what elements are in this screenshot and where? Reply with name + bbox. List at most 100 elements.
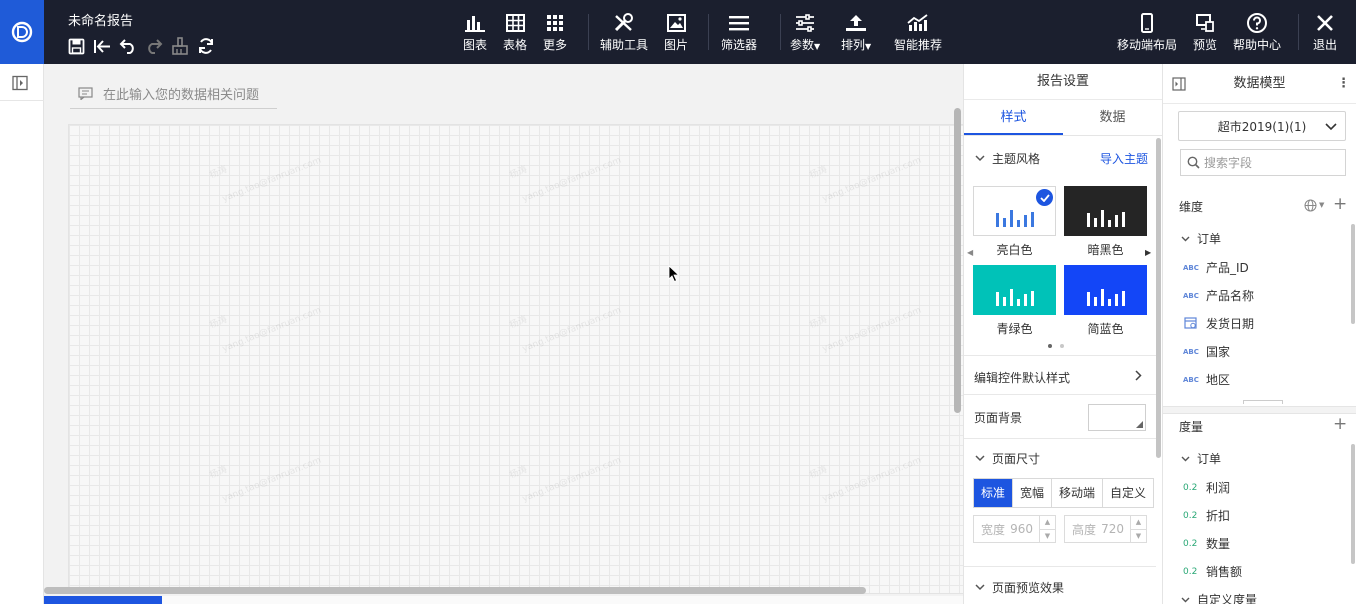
- theme-next-arrow-icon[interactable]: ▶: [1145, 248, 1151, 257]
- chevron-down-icon: [1181, 597, 1190, 602]
- field-item[interactable]: ABC 产品名称: [1183, 287, 1254, 304]
- chevron-down-icon: [974, 581, 986, 593]
- measure-section-label: 度量: [1179, 420, 1204, 434]
- field-item[interactable]: 0.2 利润: [1183, 479, 1230, 496]
- dimension-group-orders[interactable]: 订单: [1181, 230, 1221, 247]
- custom-measure-group[interactable]: 自定义度量: [1181, 591, 1257, 604]
- step-down-icon[interactable]: ▼: [1131, 530, 1146, 543]
- size-mobile-button[interactable]: 移动端: [1052, 479, 1104, 507]
- page-size-header[interactable]: 页面尺寸: [964, 448, 1156, 468]
- question-input[interactable]: 在此输入您的数据相关问题: [70, 78, 277, 109]
- field-item[interactable]: 发货日期: [1183, 315, 1254, 332]
- exit-label: 退出: [1313, 38, 1338, 52]
- format-brush-icon[interactable]: [170, 36, 190, 56]
- bar-chart-icon: [465, 12, 485, 34]
- globe-icon[interactable]: [1304, 199, 1317, 212]
- arrange-button[interactable]: 排列▼: [841, 12, 871, 53]
- mobile-layout-button[interactable]: 移动端布局: [1117, 12, 1177, 53]
- redo-icon[interactable]: [144, 36, 164, 56]
- table-button[interactable]: 表格: [503, 12, 527, 53]
- arrange-label: 排列▼: [841, 38, 872, 52]
- size-wide-button[interactable]: 宽幅: [1013, 479, 1053, 507]
- watermark-email: yang.tao@fanruan.com: [220, 455, 323, 505]
- theme-section-header[interactable]: 主题风格 导入主题: [964, 148, 1156, 168]
- theme-card-blue[interactable]: [1064, 265, 1147, 315]
- field-item[interactable]: ABC 地区: [1183, 371, 1230, 388]
- field-item[interactable]: ABC 产品_ID: [1183, 259, 1249, 276]
- chevron-down-icon: [1181, 456, 1190, 461]
- more-options-icon[interactable]: ⋮: [1337, 64, 1350, 104]
- expand-panel-icon[interactable]: [12, 75, 28, 91]
- help-center-label: 帮助中心: [1233, 38, 1282, 52]
- page-preview-header[interactable]: 页面预览效果: [964, 577, 1156, 597]
- field-item[interactable]: 0.2 折扣: [1183, 507, 1230, 524]
- smart-recommend-button[interactable]: 智能推荐: [894, 12, 942, 53]
- back-to-start-icon[interactable]: [92, 36, 112, 56]
- caret-down-icon[interactable]: ▼: [1319, 201, 1324, 209]
- report-title[interactable]: 未命名报告: [68, 10, 133, 29]
- image-label: 图片: [664, 38, 689, 52]
- auxiliary-tools-label: 辅助工具: [600, 38, 649, 52]
- table-label: 表格: [503, 38, 528, 52]
- tab-data[interactable]: 数据: [1063, 100, 1162, 135]
- refresh-icon[interactable]: [196, 36, 216, 56]
- step-down-icon[interactable]: ▼: [1040, 530, 1055, 543]
- size-standard-button[interactable]: 标准: [974, 479, 1014, 507]
- left-rail: [0, 64, 44, 604]
- collapse-panel-icon[interactable]: [1172, 77, 1186, 91]
- undo-icon[interactable]: [118, 36, 138, 56]
- watermark-email: yang.tao@fanruan.com: [520, 155, 623, 205]
- report-canvas-area: 在此输入您的数据相关问题 杨涛 yang.tao@fanruan.com 杨涛 …: [44, 64, 963, 604]
- theme-card-teal[interactable]: [973, 265, 1056, 315]
- help-center-button[interactable]: 帮助中心: [1233, 12, 1281, 53]
- field-item[interactable]: ABC 国家: [1183, 343, 1230, 360]
- size-custom-button[interactable]: 自定义: [1103, 479, 1153, 507]
- dimension-scrollbar[interactable]: [1351, 224, 1355, 324]
- preview-button[interactable]: 预览: [1193, 12, 1217, 53]
- chevron-down-icon: [1181, 236, 1190, 241]
- measure-group-orders[interactable]: 订单: [1181, 450, 1221, 467]
- theme-card-dark[interactable]: [1064, 186, 1147, 236]
- field-item[interactable]: 0.2 销售额: [1183, 563, 1242, 580]
- section-splitter[interactable]: [1163, 406, 1356, 414]
- dataset-select[interactable]: 超市2019(1)(1): [1178, 111, 1346, 141]
- theme-card-white[interactable]: [973, 186, 1056, 236]
- tab-style[interactable]: 样式: [964, 100, 1063, 135]
- field-search-input[interactable]: 搜索字段: [1180, 149, 1346, 176]
- settings-scrollbar[interactable]: [1156, 138, 1161, 458]
- page-size-label: 页面尺寸: [992, 451, 1041, 466]
- save-icon[interactable]: [66, 36, 86, 56]
- grid-dots-icon: [546, 12, 564, 34]
- step-up-icon[interactable]: ▲: [1131, 516, 1146, 530]
- number-type-icon: 0.2: [1183, 538, 1198, 549]
- active-page-tab[interactable]: [44, 596, 162, 604]
- field-item[interactable]: 0.2 数量: [1183, 535, 1230, 552]
- theme-prev-arrow-icon[interactable]: ◀: [967, 248, 973, 257]
- page-background-color-picker[interactable]: [1088, 404, 1146, 431]
- more-button[interactable]: 更多: [543, 12, 567, 53]
- toolbar-divider: [708, 14, 709, 50]
- theme-pagination[interactable]: [1048, 344, 1064, 348]
- params-button[interactable]: 参数▼: [790, 12, 820, 53]
- step-up-icon[interactable]: ▲: [1040, 516, 1055, 530]
- exit-button[interactable]: 退出: [1313, 12, 1337, 53]
- add-dimension-icon[interactable]: +: [1333, 194, 1347, 214]
- canvas-vertical-scrollbar[interactable]: [954, 108, 961, 413]
- height-stepper[interactable]: 高度 720 ▲ ▼: [1064, 515, 1147, 543]
- field-name: 发货日期: [1206, 317, 1255, 331]
- report-canvas[interactable]: 杨涛 yang.tao@fanruan.com 杨涛 yang.tao@fanr…: [68, 124, 963, 594]
- add-measure-icon[interactable]: +: [1333, 414, 1347, 434]
- import-theme-link[interactable]: 导入主题: [1100, 150, 1148, 167]
- width-stepper[interactable]: 宽度 960 ▲ ▼: [973, 515, 1056, 543]
- edit-default-style-row[interactable]: 编辑控件默认样式: [964, 367, 1156, 387]
- filter-button[interactable]: 筛选器: [721, 12, 757, 53]
- chart-button[interactable]: 图表: [463, 12, 487, 53]
- canvas-horizontal-scrollbar[interactable]: [44, 587, 866, 594]
- image-button[interactable]: 图片: [664, 12, 688, 53]
- splitter-handle[interactable]: [1243, 400, 1283, 404]
- logo-icon: [11, 21, 33, 43]
- measure-scrollbar[interactable]: [1351, 444, 1355, 564]
- auxiliary-tools-button[interactable]: 辅助工具: [600, 12, 648, 53]
- text-type-icon: ABC: [1183, 263, 1199, 272]
- chevron-down-icon: [974, 452, 986, 464]
